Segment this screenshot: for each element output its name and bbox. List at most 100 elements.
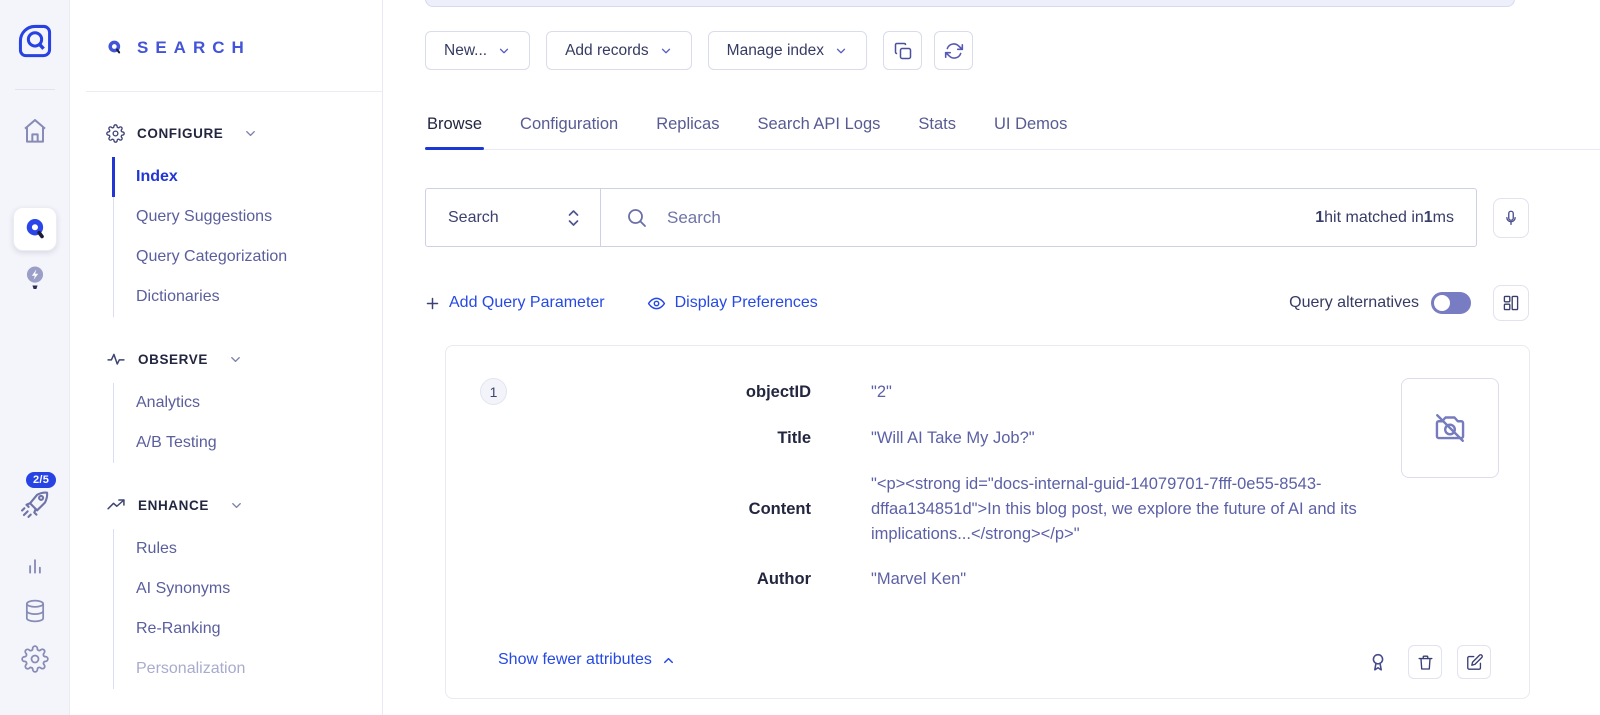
copy-index-button[interactable] [883,31,922,70]
database-icon[interactable] [0,597,70,625]
field-label: Author [446,567,811,592]
chevron-up-icon [661,653,676,668]
sidebar-item-ai-synonyms[interactable]: AI Synonyms [113,569,382,609]
add-query-parameter-link[interactable]: Add Query Parameter [425,294,605,312]
usage-badge: 2/5 [26,472,56,488]
chevron-down-icon [497,44,511,58]
tab-stats[interactable]: Stats [916,103,958,149]
updown-chevrons-icon [565,206,582,230]
field-label: Content [446,497,811,522]
search-icon [625,206,649,230]
section-enhance[interactable]: ENHANCE [70,495,382,515]
tab-configuration[interactable]: Configuration [518,103,620,149]
chevron-down-icon [228,352,243,367]
chevron-down-icon [834,44,848,58]
section-label: OBSERVE [138,352,208,367]
time-value: 1 [1424,209,1433,227]
new-button-label: New... [444,42,487,60]
top-banner-partial [425,0,1515,7]
refresh-icon [944,41,964,61]
display-preferences-link[interactable]: Display Preferences [647,294,818,313]
query-alternatives-toggle[interactable] [1431,292,1471,314]
sidebar-item-query-categorization[interactable]: Query Categorization [113,237,382,277]
query-alternatives-label: Query alternatives [1289,294,1419,312]
main-content: New... Add records Manage index [383,0,1600,715]
sidebar: SEARCH CONFIGURE Index Query Suggestions… [70,0,383,715]
field-value: "Will AI Take My Job?" [871,426,1035,451]
gear-icon [106,124,125,143]
field-row-content: Content "<p><strong id="docs-internal-gu… [446,472,1529,547]
sidebar-item-ab-testing[interactable]: A/B Testing [113,423,382,463]
show-fewer-label: Show fewer attributes [498,651,652,669]
sidebar-item-personalization[interactable]: Personalization [113,649,382,689]
product-title: SEARCH [137,38,251,58]
section-label: CONFIGURE [137,126,223,141]
algolia-logo-icon[interactable] [16,22,54,60]
product-header: SEARCH [70,0,382,58]
refresh-button[interactable] [934,31,973,70]
camera-off-icon [1432,410,1468,446]
chevron-down-icon [229,498,244,513]
field-row-title: Title "Will AI Take My Job?" [446,426,1529,451]
tab-search-api-logs[interactable]: Search API Logs [755,103,882,149]
display-mode-button[interactable] [1493,285,1529,321]
eye-icon [647,294,666,313]
sidebar-item-index[interactable]: Index [113,157,382,197]
gear-icon[interactable] [0,645,70,673]
query-options-row: Add Query Parameter Display Preferences … [425,283,1529,323]
sidebar-item-dictionaries[interactable]: Dictionaries [113,277,382,317]
copy-icon [893,41,913,61]
search-glyph-icon [106,39,125,58]
add-query-parameter-label: Add Query Parameter [449,294,605,312]
search-mode-select[interactable]: Search [426,189,601,246]
section-label: ENHANCE [138,498,209,513]
tab-ui-demos[interactable]: UI Demos [992,103,1069,149]
chevron-down-icon [659,44,673,58]
sidebar-item-rules[interactable]: Rules [113,529,382,569]
activity-icon [106,349,126,369]
index-toolbar: New... Add records Manage index [425,31,973,70]
plus-icon [425,296,440,311]
new-button[interactable]: New... [425,31,530,70]
sidebar-divider [86,91,382,92]
manage-index-button[interactable]: Manage index [708,31,867,70]
section-configure[interactable]: CONFIGURE [70,124,382,143]
manage-index-label: Manage index [727,42,824,60]
field-row-author: Author "Marvel Ken" [446,567,1529,592]
home-icon[interactable] [0,115,70,147]
add-records-label: Add records [565,42,649,60]
chevron-down-icon [243,126,258,141]
delete-record-button[interactable] [1408,645,1442,679]
show-fewer-attributes-link[interactable]: Show fewer attributes [498,651,676,669]
section-observe[interactable]: OBSERVE [70,349,382,369]
record-fields: objectID "2" Title "Will AI Take My Job?… [446,380,1529,613]
microphone-icon [1502,208,1520,228]
field-label: Title [446,426,811,451]
promote-record-button[interactable] [1367,651,1389,673]
award-icon [1367,651,1389,673]
edit-record-button[interactable] [1457,645,1491,679]
recommend-icon[interactable] [0,263,70,293]
sidebar-item-re-ranking[interactable]: Re-Ranking [113,609,382,649]
display-preferences-label: Display Preferences [675,294,818,312]
rocket-icon[interactable] [0,487,70,521]
hits-label: hit matched in [1324,209,1424,227]
add-records-button[interactable]: Add records [546,31,692,70]
trash-icon [1416,653,1435,672]
rail-divider [15,89,55,90]
tab-browse[interactable]: Browse [425,103,484,149]
search-input[interactable] [667,208,1297,228]
record-actions [1367,645,1491,679]
field-value: "<p><strong id="docs-internal-guid-14079… [871,472,1416,547]
bar-chart-icon[interactable] [0,552,70,578]
search-mode-value: Search [448,209,499,227]
search-product-icon[interactable] [13,207,57,251]
icon-rail: 2/5 [0,0,70,715]
voice-search-button[interactable] [1493,198,1529,238]
field-value: "Marvel Ken" [871,567,966,592]
sidebar-item-analytics[interactable]: Analytics [113,383,382,423]
hits-count: 1 [1315,209,1324,227]
tab-replicas[interactable]: Replicas [654,103,721,149]
sidebar-item-query-suggestions[interactable]: Query Suggestions [113,197,382,237]
field-label: objectID [446,380,811,405]
